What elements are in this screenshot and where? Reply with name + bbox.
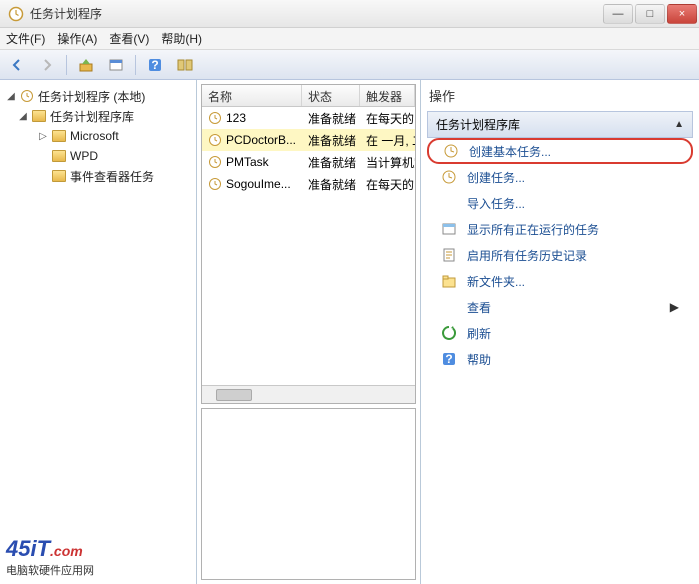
col-state[interactable]: 状态 <box>302 85 360 106</box>
maximize-button[interactable]: □ <box>635 4 665 24</box>
folder-icon <box>52 170 66 182</box>
tree-root[interactable]: ◢ 任务计划程序 (本地) <box>2 86 194 106</box>
help-button[interactable]: ? <box>142 54 168 76</box>
actions-pane: 操作 任务计划程序库 ▲ 创建基本任务...创建任务...导入任务...显示所有… <box>421 80 699 584</box>
task-list-pane: 名称 状态 触发器 123准备就绪在每天的PCDoctorB...准备就绪在 一… <box>197 80 421 584</box>
action-icon <box>441 299 457 315</box>
col-trigger[interactable]: 触发器 <box>360 85 415 106</box>
action-help[interactable]: ?帮助 <box>427 346 693 372</box>
action-view[interactable]: 查看▶ <box>427 294 693 320</box>
actions-section-header[interactable]: 任务计划程序库 ▲ <box>427 111 693 138</box>
table-row[interactable]: PMTask准备就绪当计算机空 <box>202 151 415 173</box>
clock-icon <box>208 111 222 125</box>
action-import-task[interactable]: 导入任务... <box>427 190 693 216</box>
folder-icon <box>32 110 46 122</box>
collapse-icon[interactable]: ◢ <box>18 111 28 122</box>
watermark: 45iT.com 电脑软硬件应用网 <box>6 536 94 578</box>
back-button[interactable] <box>4 54 30 76</box>
tree-node-microsoft[interactable]: ▷ Microsoft <box>2 126 194 146</box>
clock-icon <box>208 155 222 169</box>
action-icon: ? <box>441 351 457 367</box>
action-icon <box>441 221 457 237</box>
menu-help[interactable]: 帮助(H) <box>161 30 202 47</box>
action-icon <box>441 273 457 289</box>
tree-lib[interactable]: ◢ 任务计划程序库 <box>2 106 194 126</box>
action-create-task[interactable]: 创建任务... <box>427 164 693 190</box>
action-icon <box>441 325 457 341</box>
window-title: 任务计划程序 <box>30 5 603 22</box>
action-new-folder[interactable]: 新文件夹... <box>427 268 693 294</box>
toolbar: ? <box>0 50 699 80</box>
detail-pane <box>201 408 416 580</box>
clock-icon <box>208 177 222 191</box>
table-row[interactable]: SogouIme...准备就绪在每天的 <box>202 173 415 195</box>
table-row[interactable]: PCDoctorB...准备就绪在 一月, 二 <box>202 129 415 151</box>
menu-bar: 文件(F) 操作(A) 查看(V) 帮助(H) <box>0 28 699 50</box>
action-refresh[interactable]: 刷新 <box>427 320 693 346</box>
app-icon <box>8 6 24 22</box>
actions-title: 操作 <box>421 80 699 111</box>
action-icon <box>443 143 459 159</box>
close-button[interactable]: × <box>667 4 697 24</box>
forward-button[interactable] <box>34 54 60 76</box>
action-create-basic-task[interactable]: 创建基本任务... <box>427 138 693 164</box>
action-icon <box>441 195 457 211</box>
minimize-button[interactable]: — <box>603 4 633 24</box>
expand-icon[interactable]: ▷ <box>38 131 48 142</box>
nav-tree: ◢ 任务计划程序 (本地) ◢ 任务计划程序库 ▷ Microsoft WPD … <box>0 80 197 584</box>
submenu-arrow-icon: ▶ <box>670 300 679 314</box>
tree-node-eventviewer[interactable]: 事件查看器任务 <box>2 166 194 186</box>
col-name[interactable]: 名称 <box>202 85 302 106</box>
main-area: ◢ 任务计划程序 (本地) ◢ 任务计划程序库 ▷ Microsoft WPD … <box>0 80 699 584</box>
menu-file[interactable]: 文件(F) <box>6 30 45 47</box>
action-icon <box>441 169 457 185</box>
up-button[interactable] <box>73 54 99 76</box>
table-row[interactable]: 123准备就绪在每天的 <box>202 107 415 129</box>
clock-icon <box>208 133 222 147</box>
tree-node-wpd[interactable]: WPD <box>2 146 194 166</box>
menu-view[interactable]: 查看(V) <box>109 30 149 47</box>
folder-icon <box>52 150 66 162</box>
collapse-caret-icon: ▲ <box>674 119 684 130</box>
pane-button[interactable] <box>172 54 198 76</box>
horizontal-scrollbar[interactable] <box>202 385 415 403</box>
menu-action[interactable]: 操作(A) <box>57 30 97 47</box>
action-enable-history[interactable]: 启用所有任务历史记录 <box>427 242 693 268</box>
svg-text:?: ? <box>445 352 452 366</box>
collapse-icon[interactable]: ◢ <box>6 91 16 102</box>
properties-button[interactable] <box>103 54 129 76</box>
action-icon <box>441 247 457 263</box>
action-show-running[interactable]: 显示所有正在运行的任务 <box>427 216 693 242</box>
clock-icon <box>20 89 34 103</box>
title-bar: 任务计划程序 — □ × <box>0 0 699 28</box>
task-grid: 名称 状态 触发器 123准备就绪在每天的PCDoctorB...准备就绪在 一… <box>201 84 416 404</box>
svg-text:?: ? <box>151 58 158 72</box>
grid-header: 名称 状态 触发器 <box>202 85 415 107</box>
folder-icon <box>52 130 66 142</box>
